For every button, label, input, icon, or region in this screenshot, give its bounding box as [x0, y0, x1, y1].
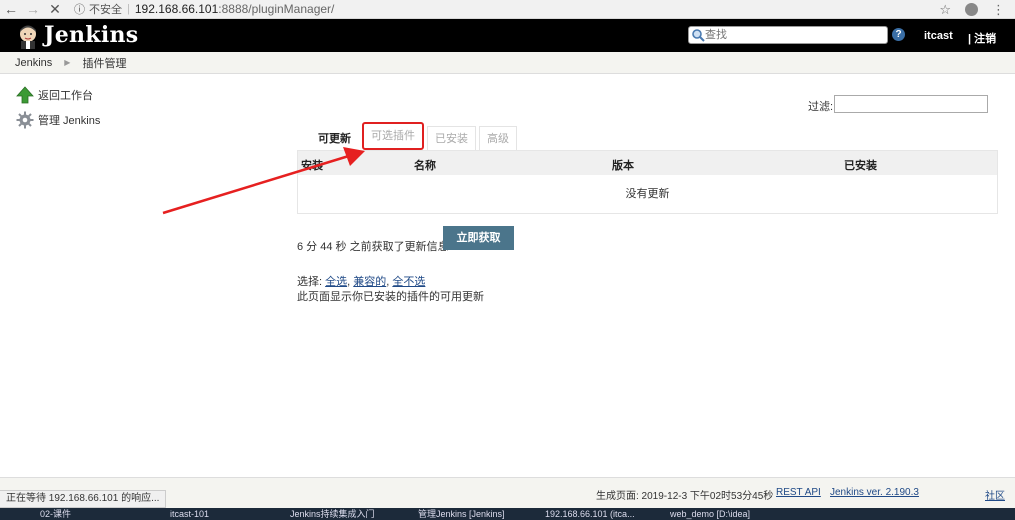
select-line: 选择: 全选, 兼容的, 全不选 [297, 276, 426, 288]
column-name[interactable]: 名称 [414, 157, 436, 173]
empty-row: 没有更新 [625, 188, 670, 200]
select-compatible-link[interactable]: 兼容的 [353, 276, 386, 288]
breadcrumb-plugin-manager[interactable]: 插件管理 [82, 55, 126, 71]
update-info-text: 6 分 44 秒 之前获取了更新信息 [297, 241, 449, 253]
user-link[interactable]: itcast [924, 30, 953, 42]
logout-link[interactable]: | 注销 [968, 30, 996, 46]
browser-status-text: 正在等待 192.168.66.101 的响应... [0, 490, 167, 508]
column-install[interactable]: 安装 [301, 157, 323, 173]
os-taskbar: 02-课件 itcast-101 Jenkins持续集成入门 管理Jenkins… [0, 508, 1015, 520]
select-all-link[interactable]: 全选 [325, 276, 347, 288]
column-installed[interactable]: 已安装 [844, 157, 877, 173]
sidebar-item-manage-jenkins[interactable]: 管理 Jenkins [16, 111, 100, 129]
sidebar-item-back-to-dashboard[interactable]: 返回工作台 [16, 86, 93, 104]
breadcrumb-jenkins[interactable]: Jenkins [15, 57, 52, 69]
bookmark-star-icon[interactable]: ☆ [939, 2, 951, 18]
jenkins-title[interactable]: Jenkins [44, 22, 138, 48]
column-version[interactable]: 版本 [612, 157, 634, 173]
taskbar-item[interactable]: Jenkins持续集成入门 [290, 509, 375, 520]
taskbar-item[interactable]: 管理Jenkins [Jenkins] [418, 509, 505, 520]
search-input[interactable] [705, 28, 880, 42]
browser-toolbar: ← → ✕ ⓘ 不安全 | 192.168.66.101:8888/plugin… [0, 0, 1015, 19]
filter-label: 过滤: [808, 101, 834, 113]
sidebar-item-label[interactable]: 管理 Jenkins [38, 112, 100, 128]
forward-button[interactable]: → [22, 0, 44, 19]
select-none-link[interactable]: 全不选 [392, 276, 425, 288]
up-arrow-icon [16, 86, 34, 104]
check-now-button[interactable]: 立即获取 [443, 226, 514, 250]
community-link[interactable]: 社区 [985, 487, 1005, 502]
address-bar[interactable]: ⓘ 不安全 | 192.168.66.101:8888/pluginManage… [74, 1, 334, 17]
rest-api-link[interactable]: REST API [776, 487, 821, 498]
generated-time: 生成页面: 2019-12-3 下午02时53分45秒 [596, 491, 774, 502]
jenkins-butler-logo-icon[interactable] [15, 23, 41, 49]
security-label: 不安全 [89, 4, 122, 16]
help-icon[interactable]: ? [892, 28, 905, 41]
updates-table: 安装 名称 版本 已安装 没有更新 [297, 150, 998, 214]
breadcrumb: Jenkins ▶ 插件管理 [0, 52, 1015, 74]
sidebar-item-label[interactable]: 返回工作台 [38, 87, 93, 103]
search-box[interactable] [688, 26, 888, 44]
tab-available[interactable]: 可选插件 [362, 122, 424, 150]
stop-loading-button[interactable]: ✕ [44, 0, 66, 19]
plugin-tabs: 可更新 可选插件 已安装 高级 [310, 122, 520, 150]
table-header: 安装 名称 版本 已安装 [298, 151, 997, 175]
tab-updates[interactable]: 可更新 [310, 126, 359, 150]
page-note: 此页面显示你已安装的插件的可用更新 [297, 291, 484, 303]
jenkins-header: Jenkins ? itcast | 注销 [0, 19, 1015, 52]
tab-advanced[interactable]: 高级 [479, 126, 517, 150]
taskbar-item[interactable]: itcast-101 [170, 509, 209, 520]
taskbar-item[interactable]: 192.168.66.101 (itca... [545, 509, 635, 520]
url-text[interactable]: 192.168.66.101:8888/pluginManager/ [135, 2, 335, 16]
profile-avatar[interactable] [965, 3, 978, 16]
back-button[interactable]: ← [0, 0, 22, 19]
gear-icon [16, 111, 34, 129]
filter-input[interactable] [834, 95, 988, 113]
search-icon [692, 29, 705, 42]
breadcrumb-chevron-icon[interactable]: ▶ [64, 58, 70, 67]
select-label: 选择: [297, 276, 326, 288]
taskbar-item[interactable]: 02-课件 [40, 509, 71, 520]
tab-installed[interactable]: 已安装 [427, 126, 476, 150]
taskbar-item[interactable]: web_demo [D:\idea] [670, 509, 750, 520]
jenkins-version-link[interactable]: Jenkins ver. 2.190.3 [830, 487, 919, 498]
annotation-arrow [162, 147, 365, 215]
menu-kebab-icon[interactable]: ⋮ [992, 2, 1005, 18]
info-icon[interactable]: ⓘ [74, 1, 85, 17]
